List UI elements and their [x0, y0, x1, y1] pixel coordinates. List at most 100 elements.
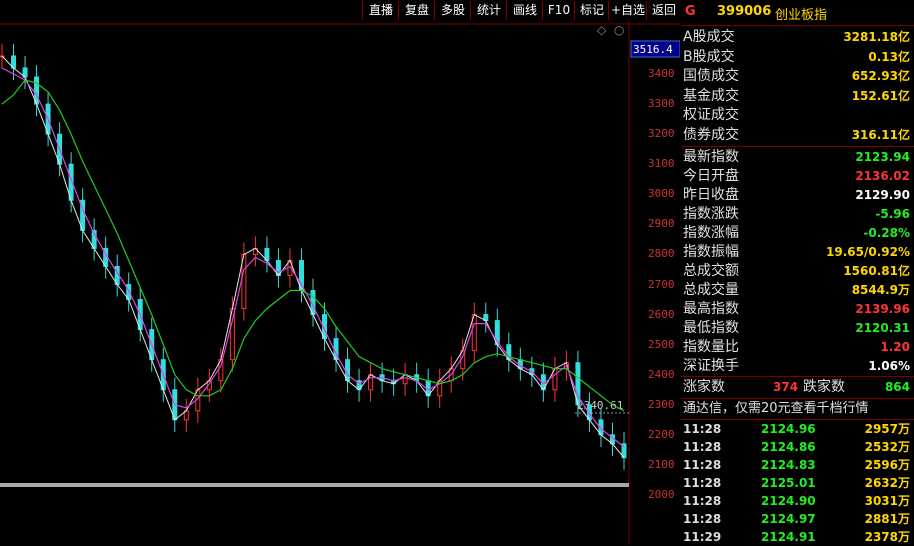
tick-row: 11:28 2124.90 3031万: [681, 492, 914, 510]
tick-time: 11:28: [683, 440, 722, 454]
candlesticks: [0, 43, 627, 470]
index-row: 指数涨跌 -5.96: [681, 205, 914, 224]
tick-row: 11:29 2124.91 2378万: [681, 528, 914, 546]
price-axis-label: 2300: [648, 397, 675, 411]
tick-price: 2124.97: [761, 512, 816, 526]
tick-volume: 2632万: [864, 476, 910, 490]
index-row: 指数振幅 19.65/0.92%: [681, 243, 914, 262]
index-value: 1.20: [880, 340, 910, 354]
live-button[interactable]: 直播: [362, 1, 399, 20]
tick-volume: 2881万: [864, 512, 910, 526]
ma-line-short: [1, 67, 625, 448]
index-value: 8544.9万: [851, 283, 910, 297]
price-axis-label: 3100: [648, 157, 675, 171]
trade-label: A股成交: [683, 29, 735, 45]
tick-volume: 2596万: [864, 458, 910, 472]
tick-volume: 3031万: [864, 494, 910, 508]
index-code: 399006: [717, 4, 772, 19]
index-label: 今日开盘: [683, 168, 739, 184]
index-value: -5.96: [875, 207, 910, 221]
trade-value: 316.11亿: [851, 127, 910, 142]
kline-chart[interactable]: 3516.4 ◇ ○ 2340.61 3400 3300 3200 3100 3000 2…: [0, 22, 680, 545]
trade-row: B股成交 0.13亿: [681, 48, 914, 67]
trade-row: 基金成交 152.61亿: [681, 87, 914, 106]
tick-price: 2124.86: [761, 440, 816, 454]
trade-label: B股成交: [683, 48, 735, 65]
index-value: -0.28%: [863, 226, 910, 240]
draw-line-button[interactable]: 画线: [506, 1, 543, 20]
index-label: 指数振幅: [683, 244, 739, 260]
up-count-value: 374: [773, 380, 799, 394]
index-label: 总成交额: [683, 263, 739, 279]
index-value: 2136.02: [855, 169, 910, 183]
tick-time: 11:28: [683, 458, 722, 472]
index-row: 指数量比 1.20: [681, 338, 914, 357]
price-axis-label: 3400: [648, 67, 675, 80]
index-value: 19.65/0.92%: [826, 245, 910, 259]
tick-row: 11:28 2124.86 2532万: [681, 438, 914, 456]
index-row: 最高指数 2139.96: [681, 300, 914, 319]
add-watchlist-button[interactable]: +自选: [608, 1, 647, 20]
moving-averages: [1, 55, 625, 459]
tick-time: 11:29: [683, 530, 722, 544]
tick-price: 2124.90: [761, 494, 816, 508]
up-count-label: 涨家数: [683, 379, 725, 395]
trade-value: 652.93亿: [851, 69, 910, 83]
trade-label: 权证成交: [683, 107, 739, 123]
tick-volume: 2532万: [864, 440, 910, 454]
index-value: 2120.31: [855, 321, 910, 335]
index-row: 总成交额 1560.81亿: [681, 262, 914, 281]
price-axis-label: 2200: [648, 427, 675, 441]
price-axis-label: 2600: [648, 307, 675, 321]
trade-value: 3281.18亿: [843, 30, 910, 44]
index-label: 总成交量: [683, 282, 739, 298]
tick-price: 2125.01: [761, 476, 816, 490]
gear-icon: ○: [614, 23, 624, 37]
tick-row: 11:28 2124.83 2596万: [681, 456, 914, 474]
statistics-button[interactable]: 统计: [470, 1, 507, 20]
price-axis-label: 2900: [648, 217, 675, 231]
tick-time: 11:28: [683, 494, 722, 508]
tick-row: 11:28 2125.01 2632万: [681, 474, 914, 492]
index-row: 最低指数 2120.31: [681, 319, 914, 338]
multi-stock-button[interactable]: 多股: [434, 1, 471, 20]
index-label: 最新指数: [683, 149, 739, 165]
index-label: 指数量比: [683, 339, 739, 355]
index-value: 2123.94: [855, 150, 910, 164]
tick-row: 11:28 2124.97 2881万: [681, 510, 914, 528]
back-button[interactable]: 返回: [646, 1, 681, 20]
divider: [681, 146, 914, 147]
tick-row: 11:28 2124.96 2957万: [681, 420, 914, 438]
review-button[interactable]: 复盘: [398, 1, 435, 20]
diamond-icon: ◇: [597, 23, 607, 37]
price-axis-label: 2500: [648, 337, 675, 351]
index-label: 昨日收盘: [683, 187, 739, 203]
index-row: 今日开盘 2136.02: [681, 167, 914, 186]
promo-row[interactable]: 通达信，仅需20元查看千档行情: [681, 399, 914, 418]
index-row: 深证换手 1.06%: [681, 357, 914, 376]
index-label: 指数涨幅: [683, 225, 739, 241]
f10-button[interactable]: F10: [542, 1, 575, 20]
down-count-value: 864: [884, 380, 910, 394]
price-chart-svg[interactable]: 3516.4 ◇ ○ 2340.61: [0, 22, 680, 545]
mark-button[interactable]: 标记: [574, 1, 609, 20]
index-row: 指数涨幅 -0.28%: [681, 224, 914, 243]
trade-row: 国债成交 652.93亿: [681, 67, 914, 86]
tick-time: 11:28: [683, 476, 722, 490]
price-axis-label: 3200: [648, 127, 675, 141]
promo-text[interactable]: 通达信，仅需20元查看千档行情: [683, 399, 869, 418]
quote-header: G 399006 创业板指: [681, 0, 914, 26]
trade-label: 债券成交: [683, 126, 739, 143]
price-axis-label: 3000: [648, 187, 675, 201]
down-count-label: 跌家数: [803, 379, 845, 395]
index-label: 深证换手: [683, 358, 739, 374]
trade-value: 0.13亿: [868, 49, 910, 64]
price-axis-label: 3300: [648, 97, 675, 111]
tick-price: 2124.96: [761, 422, 816, 436]
close-line: [1, 55, 625, 459]
toolbar: 直播 复盘 多股 统计 画线 F10 标记 +自选 返回: [0, 0, 680, 22]
index-value: 2139.96: [855, 302, 910, 316]
index-row: 总成交量 8544.9万: [681, 281, 914, 300]
group-badge: G: [685, 4, 696, 19]
index-label: 指数涨跌: [683, 206, 739, 222]
